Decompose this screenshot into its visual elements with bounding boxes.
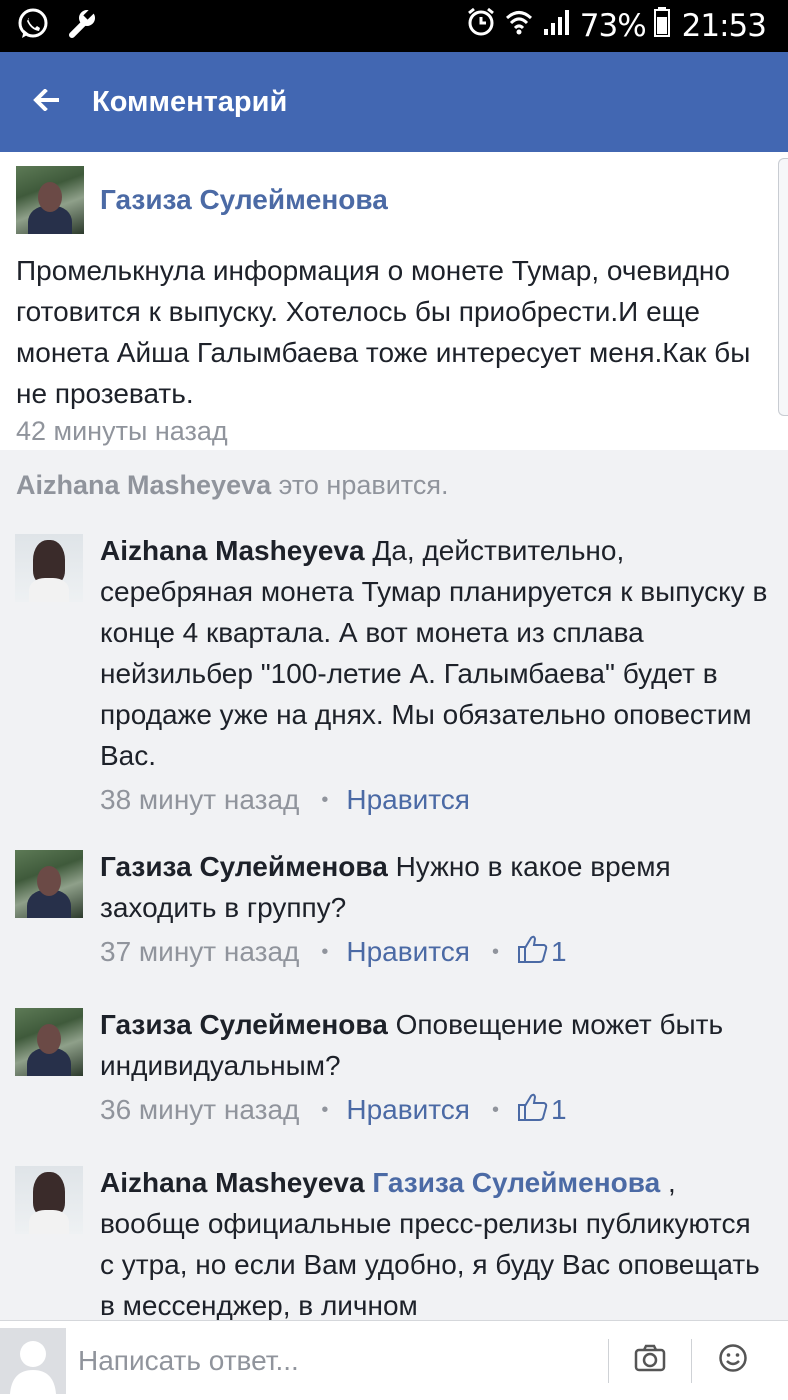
emoji-button[interactable] [692,1321,774,1400]
like-count[interactable]: 1 [517,934,567,971]
liker-name: Aizhana Masheyeva [16,470,272,500]
scrollbar[interactable] [778,158,788,416]
signal-icon [542,7,572,45]
like-button[interactable]: Нравится [346,936,470,968]
comment-text: Газиза Сулейменова Нужно в какое время з… [100,846,768,928]
original-post: Газиза Сулейменова Промелькнула информац… [0,152,788,450]
separator-dot: • [321,940,329,963]
comment-author[interactable]: Aizhana Masheyeva [100,1167,365,1198]
comment-meta: 38 минут назад • Нравится [100,780,768,820]
post-text: Промелькнула информация о монете Тумар, … [16,255,751,409]
comment-mention[interactable]: Газиза Сулейменова [372,1167,660,1198]
likes-summary[interactable]: Aizhana Masheyeva это нравится. [16,470,448,501]
battery-percent: 73% [579,8,647,44]
page-title: Комментарий [92,85,288,118]
post-author[interactable]: Газиза Сулейменова [100,184,388,216]
thumbs-up-icon [517,1092,549,1129]
comment-time: 38 минут назад [100,784,300,815]
camera-icon [634,1344,666,1377]
comment-item: Газиза Сулейменова Оповещение может быть… [15,1004,775,1130]
comment-text: Aizhana Masheyeva Да, действительно, сер… [100,530,768,776]
like-button[interactable]: Нравится [346,784,470,816]
avatar[interactable] [16,166,84,234]
like-count-value: 1 [550,936,567,967]
comment-text: Aizhana Masheyeva Газиза Сулейменова , в… [100,1162,768,1320]
avatar[interactable] [15,850,83,918]
app-header: Комментарий [0,52,788,152]
comment-text: Газиза Сулейменова Оповещение может быть… [100,1004,768,1086]
avatar[interactable] [15,534,83,602]
separator-dot: • [321,1098,329,1121]
comment-item: Aizhana Masheyeva Газиза Сулейменова , в… [15,1162,775,1320]
back-arrow-icon [33,87,59,116]
reply-input[interactable] [78,1344,608,1377]
like-button[interactable]: Нравится [346,1094,470,1126]
thumbs-up-icon [517,934,549,971]
avatar [0,1327,66,1394]
comment-item: Aizhana Masheyeva Да, действительно, сер… [15,530,775,820]
avatar[interactable] [15,1166,83,1234]
comment-author[interactable]: Газиза Сулейменова [100,1009,388,1040]
comment-author[interactable]: Газиза Сулейменова [100,851,388,882]
status-bar: 73% 21:53 [0,0,788,52]
back-button[interactable] [0,52,92,152]
comment-meta: 36 минут назад • Нравится • 1 [100,1090,768,1130]
likes-suffix: это нравится. [278,470,449,500]
comment-time: 37 минут назад [100,936,300,967]
post-time: 42 минуты назад [16,416,228,446]
alarm-icon [466,6,496,46]
separator-dot: • [321,788,329,811]
like-count[interactable]: 1 [517,1092,567,1129]
emoji-icon [718,1343,748,1378]
camera-button[interactable] [609,1321,691,1400]
comment-time: 36 минут назад [100,1094,300,1125]
comments-section: Aizhana Masheyeva это нравится. Aizhana … [0,450,788,1320]
whatsapp-icon [16,7,50,46]
comment-message: Да, действительно, серебряная монета Тум… [100,535,768,771]
separator-dot: • [491,1098,499,1121]
battery-icon [653,7,670,45]
comment-item: Газиза Сулейменова Нужно в какое время з… [15,846,775,972]
like-count-value: 1 [550,1094,567,1125]
wifi-icon [504,7,534,45]
separator-dot: • [491,940,499,963]
wrench-icon [64,7,98,46]
comment-meta: 37 минут назад • Нравится • 1 [100,932,768,972]
avatar[interactable] [15,1008,83,1076]
reply-composer [0,1320,788,1400]
comment-author[interactable]: Aizhana Masheyeva [100,535,365,566]
clock: 21:53 [681,8,767,44]
